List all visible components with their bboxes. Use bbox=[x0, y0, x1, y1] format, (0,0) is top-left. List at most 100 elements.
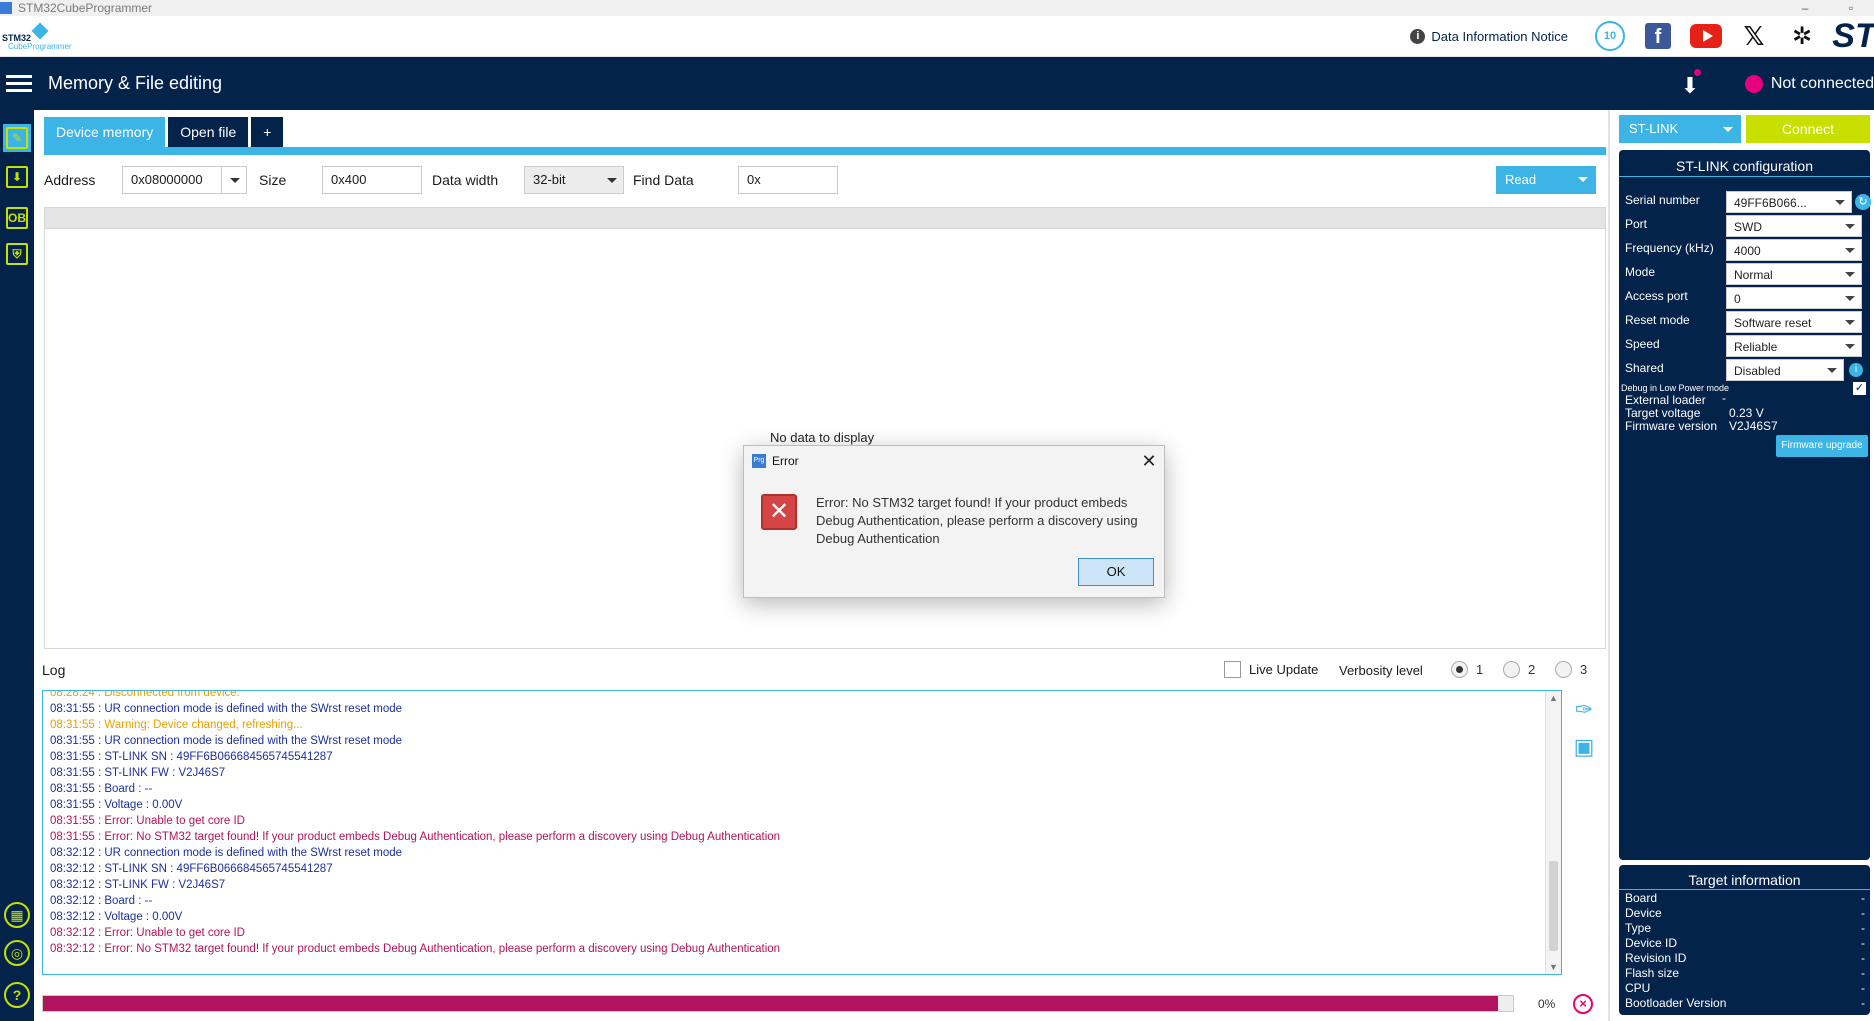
live-update-checkbox[interactable]: Live Update bbox=[1224, 661, 1318, 678]
target-label: Flash size bbox=[1625, 966, 1680, 980]
panel-divider[interactable] bbox=[1608, 110, 1610, 1021]
probe-select[interactable]: ST-LINK bbox=[1619, 115, 1741, 143]
ob-icon: OB bbox=[6, 207, 28, 229]
maximize-button[interactable]: ▫ bbox=[1828, 1, 1874, 15]
frequency-select[interactable]: 4000 bbox=[1726, 239, 1862, 261]
edit-icon: ✎ bbox=[6, 127, 28, 149]
notification-dot bbox=[1693, 68, 1701, 76]
data-width-value: 32-bit bbox=[533, 172, 566, 187]
low-power-label: Debug in Low Power mode bbox=[1621, 383, 1730, 393]
address-label: Address bbox=[44, 172, 96, 188]
shared-select[interactable]: Disabled bbox=[1726, 359, 1844, 381]
log-line: 08:31:55 : Error: Unable to get core ID bbox=[50, 815, 245, 827]
chevron-down-icon bbox=[1845, 224, 1855, 229]
verbosity-radio-3[interactable]: 3 bbox=[1555, 661, 1587, 678]
cpu-nav[interactable]: ◎ bbox=[4, 940, 30, 966]
scroll-thumb[interactable] bbox=[1549, 861, 1558, 951]
youtube-link[interactable] bbox=[1690, 20, 1722, 52]
speed-select[interactable]: Reliable bbox=[1726, 335, 1862, 357]
verbosity-radio-2[interactable]: 2 bbox=[1503, 661, 1535, 678]
data-width-select[interactable]: 32-bit bbox=[524, 166, 624, 194]
page-title: Memory & File editing bbox=[48, 73, 223, 93]
scroll-down-icon[interactable]: ▼ bbox=[1549, 962, 1558, 972]
firmware-upgrade-button[interactable]: Firmware upgrade bbox=[1776, 435, 1868, 457]
serial-number-select[interactable]: 49FF6B066... bbox=[1726, 191, 1852, 213]
menu-icon[interactable] bbox=[6, 71, 32, 96]
log-lines: 08:28:24 : Disconnected from device. 08:3… bbox=[50, 690, 780, 957]
target-label: Device bbox=[1625, 906, 1662, 920]
shared-label: Shared bbox=[1625, 361, 1664, 375]
log-line: 08:32:12 : ST-LINK FW : V2J46S7 bbox=[50, 879, 226, 891]
x-link[interactable]: 𝕏 bbox=[1738, 20, 1770, 52]
tab-underline bbox=[44, 147, 1606, 155]
target-information-panel: Target information Board - Device - Type - … bbox=[1619, 865, 1870, 1015]
close-icon[interactable]: ✕ bbox=[1134, 451, 1164, 472]
verbosity-radio-1[interactable]: 1 bbox=[1451, 661, 1483, 678]
target-row-flash-size: Flash size - bbox=[1625, 966, 1865, 980]
log-line: 08:31:55 : Board : -- bbox=[50, 783, 153, 795]
progress-bar bbox=[42, 995, 1514, 1012]
mode-select[interactable]: Normal bbox=[1726, 263, 1862, 285]
minimize-button[interactable]: – bbox=[1782, 1, 1828, 15]
community-link[interactable]: ✲ bbox=[1786, 20, 1818, 52]
scroll-up-icon[interactable]: ▲ bbox=[1549, 693, 1558, 703]
memory-editing-nav[interactable]: ✎ bbox=[3, 124, 31, 152]
external-loader-value: - bbox=[1722, 391, 1726, 405]
tab-open-file[interactable]: Open file bbox=[168, 117, 249, 147]
connect-button[interactable]: Connect bbox=[1746, 115, 1870, 143]
tab-add[interactable]: + bbox=[251, 117, 284, 147]
frequency-value: 4000 bbox=[1734, 244, 1761, 258]
radio-label: 3 bbox=[1580, 662, 1588, 677]
st-link[interactable]: ST bbox=[1832, 17, 1874, 55]
erasing-programming-nav[interactable]: ⬇ bbox=[3, 163, 31, 191]
tab-device-memory[interactable]: Device memory bbox=[44, 117, 166, 147]
address-combo[interactable]: 0x08000000 bbox=[122, 166, 247, 194]
log-console[interactable]: 08:28:24 : Disconnected from device. 08:3… bbox=[42, 690, 1562, 975]
access-port-value: 0 bbox=[1734, 292, 1741, 306]
radio-selected bbox=[1451, 661, 1468, 678]
target-info-title: Target information bbox=[1688, 872, 1801, 888]
target-label: Type bbox=[1625, 921, 1652, 935]
target-voltage-value: 0.23 V bbox=[1729, 406, 1764, 420]
log-line: 08:28:24 : Disconnected from device. bbox=[50, 690, 240, 699]
data-information-notice-link[interactable]: i Data Information Notice bbox=[1410, 28, 1568, 44]
facebook-link[interactable]: f bbox=[1642, 20, 1674, 52]
swv-nav[interactable]: ▦ bbox=[4, 902, 30, 928]
reset-mode-select[interactable]: Software reset bbox=[1726, 311, 1862, 333]
clear-log-icon[interactable]: ✑ bbox=[1570, 696, 1598, 724]
low-power-checkbox[interactable]: ✓ bbox=[1853, 382, 1866, 395]
security-nav[interactable]: ⛨ bbox=[3, 240, 31, 268]
cancel-icon[interactable]: × bbox=[1573, 994, 1593, 1014]
chevron-down-icon bbox=[1578, 177, 1588, 182]
memory-toolbar: Address 0x08000000 Size 0x400 Data width… bbox=[44, 165, 1606, 195]
target-label: Device ID bbox=[1625, 936, 1678, 950]
log-scrollbar[interactable]: ▲ ▼ bbox=[1545, 691, 1561, 974]
chevron-down-icon bbox=[1845, 248, 1855, 253]
radio-unselected bbox=[1555, 661, 1572, 678]
save-log-icon[interactable]: ▣ bbox=[1570, 733, 1598, 761]
anniversary-badge[interactable]: 10 bbox=[1594, 20, 1626, 52]
ok-button[interactable]: OK bbox=[1078, 558, 1154, 586]
option-bytes-nav[interactable]: OB bbox=[3, 204, 31, 232]
read-button[interactable]: Read bbox=[1496, 166, 1596, 194]
data-width-label: Data width bbox=[432, 172, 499, 188]
dialog-titlebar: Prg Error ✕ bbox=[744, 446, 1164, 476]
size-input[interactable]: 0x400 bbox=[322, 166, 422, 194]
refresh-icon[interactable]: ↻ bbox=[1855, 194, 1871, 210]
port-select[interactable]: SWD bbox=[1726, 215, 1862, 237]
find-data-input[interactable]: 0x bbox=[738, 166, 838, 194]
target-value: - bbox=[1861, 996, 1865, 1010]
x-icon: 𝕏 bbox=[1743, 20, 1765, 51]
error-dialog: Prg Error ✕ ✕ Error: No STM32 target fou… bbox=[743, 445, 1165, 598]
access-port-select[interactable]: 0 bbox=[1726, 287, 1862, 309]
target-value: - bbox=[1861, 906, 1865, 920]
logo-text-line2: CubeProgrammer bbox=[8, 42, 72, 51]
help-nav[interactable]: ? bbox=[4, 982, 30, 1008]
download-icon[interactable]: ⬇ bbox=[1673, 68, 1703, 99]
chip-icon: ▦ bbox=[10, 907, 24, 923]
radio-label: 2 bbox=[1528, 662, 1536, 677]
info-icon[interactable]: i bbox=[1849, 363, 1863, 377]
chevron-down-icon bbox=[1845, 320, 1855, 325]
info-icon: i bbox=[1410, 28, 1426, 44]
live-update-label: Live Update bbox=[1249, 662, 1319, 677]
